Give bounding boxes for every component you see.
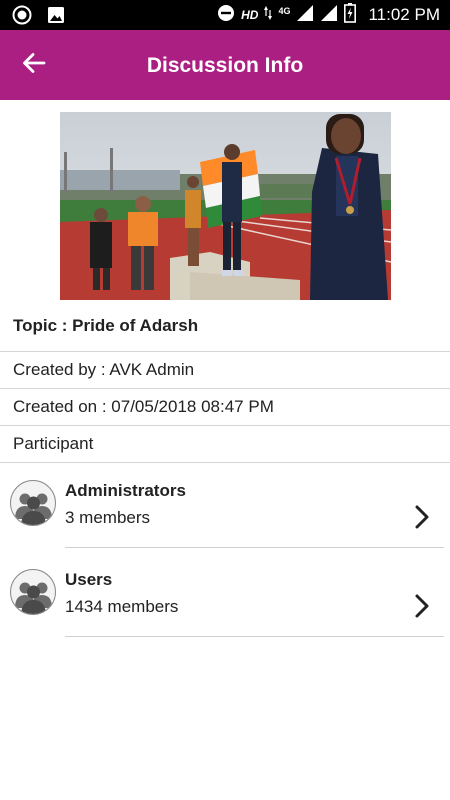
image-icon	[46, 5, 66, 30]
group-divider	[65, 547, 444, 548]
group-name: Users	[65, 570, 113, 589]
discussion-topic: Topic : Pride of Adarsh	[0, 300, 450, 352]
record-icon	[12, 5, 32, 30]
group-member-count: 3 members	[65, 508, 151, 527]
participant-section-label: Participant	[0, 426, 450, 463]
created-by-label: Created by : AVK Admin	[0, 352, 450, 389]
discussion-photo	[60, 112, 391, 300]
app-bar: Discussion Info	[0, 30, 450, 100]
network-hd-label: HD	[241, 8, 259, 22]
group-avatar-icon	[10, 569, 56, 615]
status-bar-right: HD 4G 11:02 PM	[217, 0, 440, 30]
chevron-right-icon	[412, 592, 432, 620]
status-bar-left	[12, 5, 66, 30]
do-not-disturb-icon	[217, 4, 235, 27]
group-divider	[65, 636, 444, 637]
participant-group-users[interactable]: Users 1434 members	[0, 552, 450, 641]
signal-icon	[296, 4, 314, 27]
group-name: Administrators	[65, 481, 186, 500]
participant-group-administrators[interactable]: Administrators 3 members	[0, 463, 450, 552]
page-title: Discussion Info	[146, 54, 304, 77]
battery-icon	[344, 2, 357, 28]
chevron-right-icon	[412, 503, 432, 531]
group-avatar-icon	[10, 480, 56, 526]
status-bar: HD 4G 11:02 PM	[0, 0, 450, 30]
created-on-label: Created on : 07/05/2018 08:47 PM	[0, 389, 450, 426]
network-type-label: 4G	[278, 6, 291, 16]
status-time: 11:02 PM	[368, 5, 440, 24]
data-arrows-icon	[264, 5, 273, 26]
signal-icon-2	[320, 4, 338, 27]
group-member-count: 1434 members	[65, 597, 179, 616]
